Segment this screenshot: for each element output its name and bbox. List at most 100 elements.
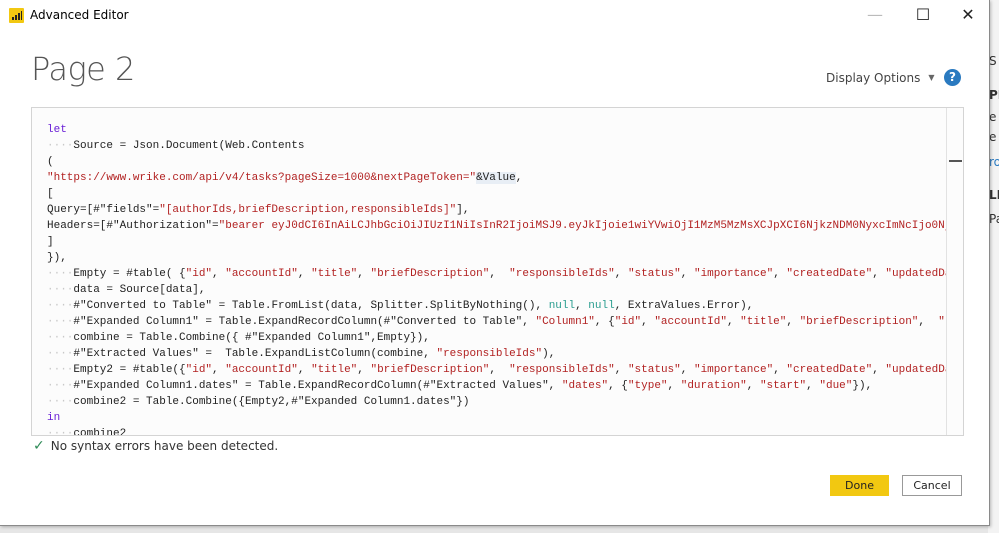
code-editor[interactable]: let ····Source = Json.Document(Web.Conten… xyxy=(31,107,964,436)
code-token: "bearer eyJ0dCI6InAiLCJhbGciOiJIUzI1NiIs… xyxy=(218,220,962,232)
code-line[interactable]: in xyxy=(47,410,962,426)
code-token: "title" xyxy=(311,268,358,280)
code-token: "id" xyxy=(614,316,642,328)
code-token: "dates" xyxy=(561,380,609,392)
help-icon[interactable]: ? xyxy=(944,69,961,86)
maximize-button[interactable]: ☐ xyxy=(903,4,943,26)
code-token: Source = Json.Document(Web.Contents xyxy=(73,140,305,152)
code-line[interactable]: let xyxy=(47,122,962,138)
code-token: , xyxy=(489,268,510,280)
code-token: , xyxy=(667,380,681,392)
code-token: "type" xyxy=(627,380,668,392)
indent-guide: ···· xyxy=(47,140,74,152)
code-token: }), xyxy=(47,252,67,264)
code-token: [ xyxy=(47,188,54,200)
scrollbar-thumb[interactable] xyxy=(949,160,962,162)
query-name-heading: Page 2 xyxy=(31,50,135,88)
code-token: , xyxy=(297,364,312,376)
code-token: , xyxy=(872,364,886,376)
code-token: , { xyxy=(594,316,615,328)
code-token: , xyxy=(680,364,694,376)
title-bar[interactable]: Advanced Editor — ☐ ✕ xyxy=(0,0,989,31)
code-line[interactable]: ····combine = Table.Combine({ #"Expanded… xyxy=(47,330,962,346)
code-line[interactable]: Query=[#"fields"="[authorIds,briefDescri… xyxy=(47,202,962,218)
code-token: , xyxy=(746,380,760,392)
minimize-button[interactable]: — xyxy=(855,4,895,26)
window-title: Advanced Editor xyxy=(30,8,129,22)
code-token: , ExtraValues.Error), xyxy=(614,300,754,312)
indent-guide: ···· xyxy=(47,332,74,344)
vertical-scrollbar[interactable] xyxy=(946,108,963,435)
code-token: , xyxy=(773,268,787,280)
code-line[interactable]: ····#"Extracted Values" = Table.ExpandLi… xyxy=(47,346,962,362)
code-line[interactable]: ····#"Converted to Table" = Table.FromLi… xyxy=(47,298,962,314)
code-token: , xyxy=(357,268,371,280)
code-token: , xyxy=(515,172,523,184)
code-token: , xyxy=(297,268,312,280)
code-line[interactable]: ····#"Expanded Column1.dates" = Table.Ex… xyxy=(47,378,962,394)
code-line[interactable]: "https://www.wrike.com/api/v4/tasks?page… xyxy=(47,170,962,186)
check-icon: ✓ xyxy=(33,438,45,454)
code-line[interactable]: }), xyxy=(47,250,962,266)
background-text: LI xyxy=(989,188,999,202)
code-lines[interactable]: let ····Source = Json.Document(Web.Conten… xyxy=(47,122,962,436)
code-line[interactable]: ····Source = Json.Document(Web.Contents xyxy=(47,138,962,154)
code-line[interactable]: ( xyxy=(47,154,962,170)
code-token: "status" xyxy=(627,364,681,376)
code-token: , xyxy=(614,268,628,280)
code-token: #"Extracted Values" = Table.ExpandListCo… xyxy=(73,348,437,360)
code-line[interactable]: [ xyxy=(47,186,962,202)
done-button[interactable]: Done xyxy=(830,475,889,496)
code-line[interactable]: ····Empty = #table( {"id", "accountId", … xyxy=(47,266,962,282)
code-token: combine2 xyxy=(73,428,127,436)
code-token: "importance" xyxy=(693,364,774,376)
background-text: ro xyxy=(989,155,999,169)
code-line[interactable]: ····combine2 = Table.Combine({Empty2,#"E… xyxy=(47,394,962,410)
cancel-button[interactable]: Cancel xyxy=(902,475,962,496)
code-token: , xyxy=(918,316,939,328)
code-token: "https://www.wrike.com/api/v4/tasks?page… xyxy=(47,172,477,184)
code-token: , xyxy=(773,364,787,376)
code-token: data = Source[data], xyxy=(73,284,206,296)
code-token: , xyxy=(489,364,510,376)
close-button[interactable]: ✕ xyxy=(948,4,988,26)
code-token: "start" xyxy=(759,380,807,392)
code-line[interactable]: Headers=[#"Authorization"="bearer eyJ0dC… xyxy=(47,218,962,234)
code-line[interactable]: ····#"Expanded Column1" = Table.ExpandRe… xyxy=(47,314,962,330)
code-token: "responsibleIds" xyxy=(436,348,543,360)
indent-guide: ···· xyxy=(47,348,74,360)
code-token: , xyxy=(806,380,820,392)
code-line[interactable]: ····Empty2 = #table({"id", "accountId", … xyxy=(47,362,962,378)
indent-guide: ···· xyxy=(47,300,74,312)
code-token: "due" xyxy=(819,380,853,392)
code-token: , xyxy=(726,316,741,328)
background-text: Pa xyxy=(989,212,999,226)
code-token: "accountId" xyxy=(654,316,727,328)
indent-guide: ···· xyxy=(47,316,74,328)
code-token: "responsibleIds" xyxy=(509,268,615,280)
code-token: , xyxy=(212,364,226,376)
code-line[interactable]: ····combine2 xyxy=(47,426,962,436)
code-token: "briefDescription" xyxy=(370,364,490,376)
code-token: "[authorIds,briefDescription,responsible… xyxy=(159,204,457,216)
syntax-status: ✓ No syntax errors have been detected. xyxy=(33,438,278,454)
code-token: "briefDescription" xyxy=(370,268,490,280)
display-options-dropdown[interactable]: Display Options ▼ xyxy=(826,71,935,85)
code-token: ] xyxy=(47,236,54,248)
background-text: PE xyxy=(989,88,999,102)
code-token: "responsibleIds" xyxy=(509,364,615,376)
code-line[interactable]: ····data = Source[data], xyxy=(47,282,962,298)
code-token: combine2 = Table.Combine({Empty2,#"Expan… xyxy=(73,396,470,408)
code-token: #"Expanded Column1" = Table.ExpandRecord… xyxy=(73,316,536,328)
indent-guide: ···· xyxy=(47,380,74,392)
code-line[interactable]: ] xyxy=(47,234,962,250)
code-token: , xyxy=(614,364,628,376)
code-token: Query=[#"fields"= xyxy=(47,204,160,216)
advanced-editor-dialog: Advanced Editor — ☐ ✕ Page 2 Display Opt… xyxy=(0,0,990,526)
code-token: Headers=[#"Authorization"= xyxy=(47,220,219,232)
code-token: null xyxy=(588,300,615,312)
code-token: "id" xyxy=(185,364,213,376)
code-token: , xyxy=(872,268,886,280)
code-token: "status" xyxy=(627,268,681,280)
display-options-label: Display Options xyxy=(826,71,921,85)
